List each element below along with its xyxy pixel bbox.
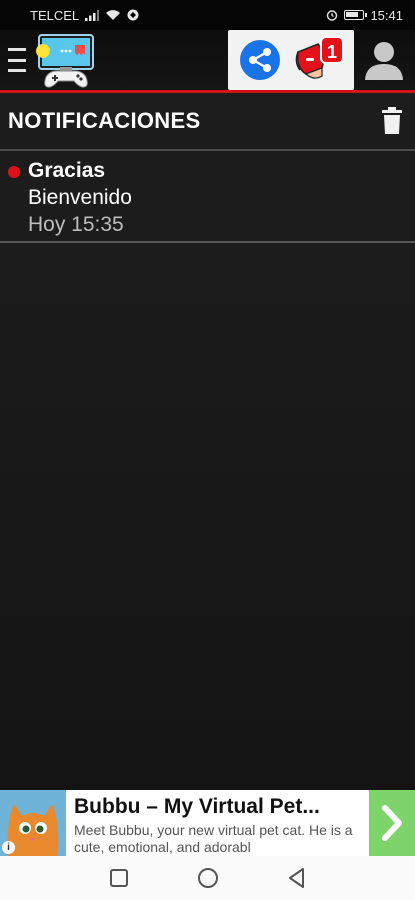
notification-badge: 1 bbox=[320, 36, 344, 64]
recents-icon[interactable] bbox=[107, 866, 131, 890]
system-nav-bar bbox=[0, 856, 415, 900]
ad-open-button[interactable] bbox=[369, 790, 415, 856]
ad-banner[interactable]: i Bubbu – My Virtual Pet... Meet Bubbu, … bbox=[0, 790, 415, 856]
ad-title: Bubbu – My Virtual Pet... bbox=[74, 795, 320, 818]
ad-image[interactable]: i bbox=[0, 790, 66, 856]
wifi-icon bbox=[106, 10, 121, 20]
notification-title: Gracias bbox=[28, 159, 106, 182]
list-item[interactable]: Gracias Bienvenido Hoy 15:35 bbox=[0, 153, 415, 243]
app-screen: TELCEL 15:41 1 NOTIFICACIONES Gracias Bi… bbox=[0, 0, 415, 900]
notifications-header: NOTIFICACIONES bbox=[0, 93, 415, 151]
carrier-label: TELCEL bbox=[30, 7, 80, 23]
alarm-icon bbox=[327, 10, 338, 21]
trash-icon[interactable] bbox=[381, 107, 403, 135]
home-icon[interactable] bbox=[196, 866, 220, 890]
battery-icon bbox=[344, 10, 368, 20]
user-icon[interactable] bbox=[362, 38, 406, 82]
chevron-right-icon bbox=[382, 805, 402, 841]
unread-indicator bbox=[8, 166, 20, 178]
hamburger-icon[interactable] bbox=[8, 48, 28, 72]
header-actions: 1 bbox=[228, 30, 354, 90]
notification-body: Bienvenido bbox=[28, 186, 132, 209]
notifications-button[interactable]: 1 bbox=[292, 34, 348, 84]
back-icon[interactable] bbox=[285, 866, 309, 890]
status-time: 15:41 bbox=[370, 7, 403, 23]
game-controller-logo[interactable] bbox=[36, 33, 96, 89]
app-header: 1 bbox=[0, 30, 415, 93]
sync-icon bbox=[127, 9, 139, 21]
notification-time: Hoy 15:35 bbox=[28, 213, 124, 236]
status-bar: TELCEL 15:41 bbox=[0, 0, 415, 30]
ad-description: Meet Bubbu, your new virtual pet cat. He… bbox=[74, 822, 353, 854]
signal-icon bbox=[85, 9, 100, 21]
ad-info-icon[interactable]: i bbox=[2, 841, 15, 854]
share-icon[interactable] bbox=[238, 38, 282, 82]
page-title: NOTIFICACIONES bbox=[8, 108, 201, 133]
